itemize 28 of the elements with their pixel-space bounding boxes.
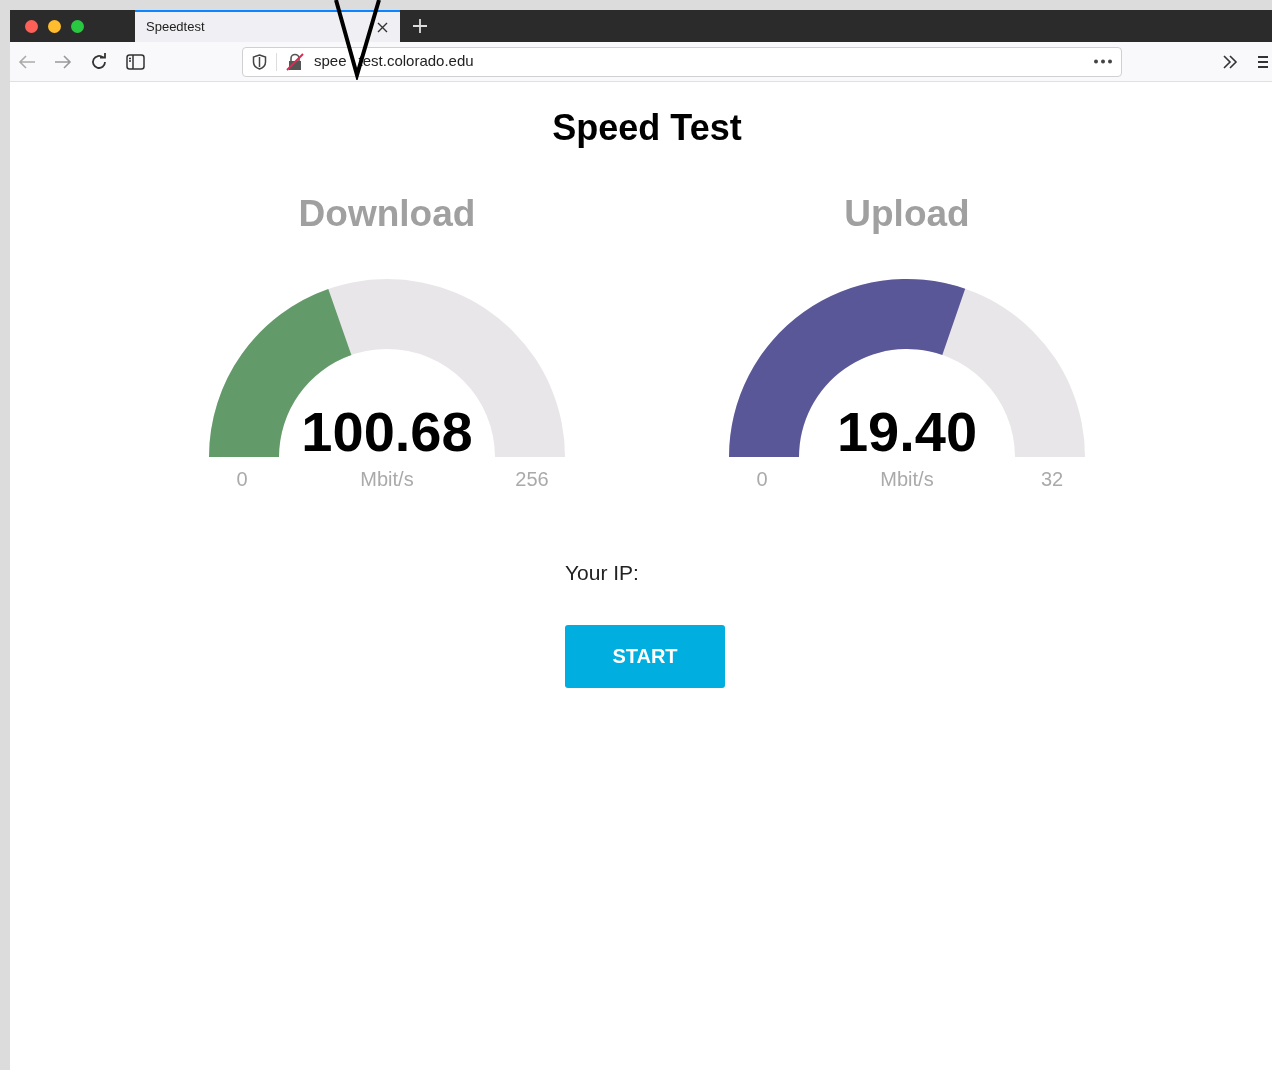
unit-label: Mbit/s [880, 467, 934, 491]
ip-label: Your IP: [564, 560, 639, 586]
insecure-lock-icon[interactable] [286, 52, 304, 71]
minimize-window-icon[interactable] [48, 19, 61, 33]
new-tab-icon[interactable] [412, 18, 428, 34]
page-title: Speed Test [552, 106, 742, 150]
close-window-icon[interactable] [25, 19, 38, 33]
overflow-chevron-icon[interactable] [1222, 54, 1238, 69]
tab-title: Speedtest [146, 18, 205, 37]
gauge-min: 0 [235, 467, 249, 491]
maximize-window-icon[interactable] [71, 19, 84, 33]
url-text: spee [314, 51, 347, 72]
more-icon[interactable] [1093, 59, 1113, 64]
gauge-min: 0 [755, 467, 769, 491]
speed-value: 19.40 [835, 402, 979, 462]
gauge-title: Download [298, 192, 476, 236]
sidebar-icon[interactable] [126, 53, 145, 70]
gauge-max: 32 [1039, 467, 1065, 491]
shield-icon[interactable] [252, 53, 267, 70]
browser-tab[interactable]: Speedtest [135, 10, 400, 42]
menu-icon[interactable] [1258, 54, 1268, 69]
close-tab-icon[interactable] [377, 21, 388, 33]
gauge-title: Upload [844, 192, 970, 236]
speed-value: 100.68 [300, 402, 474, 462]
unit-label: Mbit/s [360, 467, 414, 491]
forward-icon[interactable] [54, 53, 72, 70]
reload-icon[interactable] [90, 52, 108, 71]
gauge-max: 256 [514, 467, 550, 491]
